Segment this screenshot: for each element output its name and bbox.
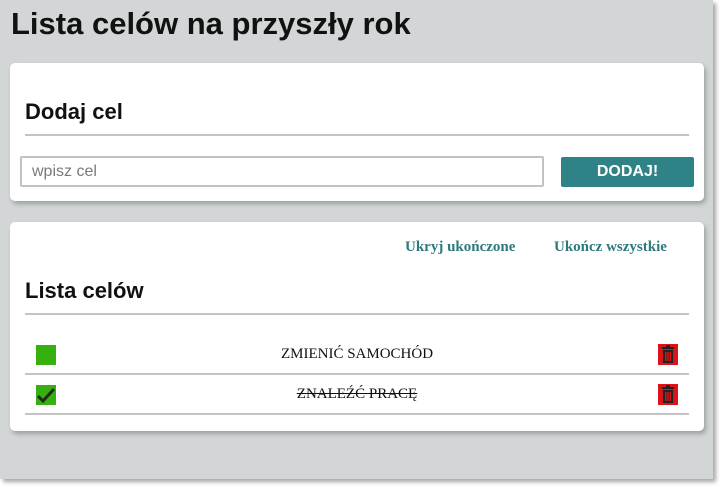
delete-button[interactable] [658,344,678,365]
goal-input[interactable] [20,156,544,187]
list-item: ZNALEŹĆ PRACĘ [25,375,689,415]
trash-icon [662,385,674,403]
app-frame: Lista celów na przyszły rok Dodaj cel DO… [0,0,713,479]
goal-label: ZMIENIĆ SAMOCHÓD [280,346,434,362]
add-goal-button[interactable]: DODAJ! [561,157,694,187]
goal-text: ZNALEŹĆ PRACĘ [25,386,689,403]
page-title: Lista celów na przyszły rok [11,6,411,41]
delete-button[interactable] [658,384,678,405]
divider [25,134,689,136]
divider [25,313,689,315]
list-item: ZMIENIĆ SAMOCHÓD [25,335,689,375]
add-goal-card: Dodaj cel DODAJ! [10,63,704,201]
complete-all-link[interactable]: Ukończ wszystkie [554,239,667,256]
goal-label: ZNALEŹĆ PRACĘ [296,386,418,402]
hide-completed-link[interactable]: Ukryj ukończone [405,239,515,256]
goal-text: ZMIENIĆ SAMOCHÓD [25,346,689,363]
add-goal-heading: Dodaj cel [25,99,123,124]
trash-icon [662,345,674,363]
goal-list-card: Ukryj ukończone Ukończ wszystkie Lista c… [10,222,704,431]
goal-list-heading: Lista celów [25,278,144,303]
